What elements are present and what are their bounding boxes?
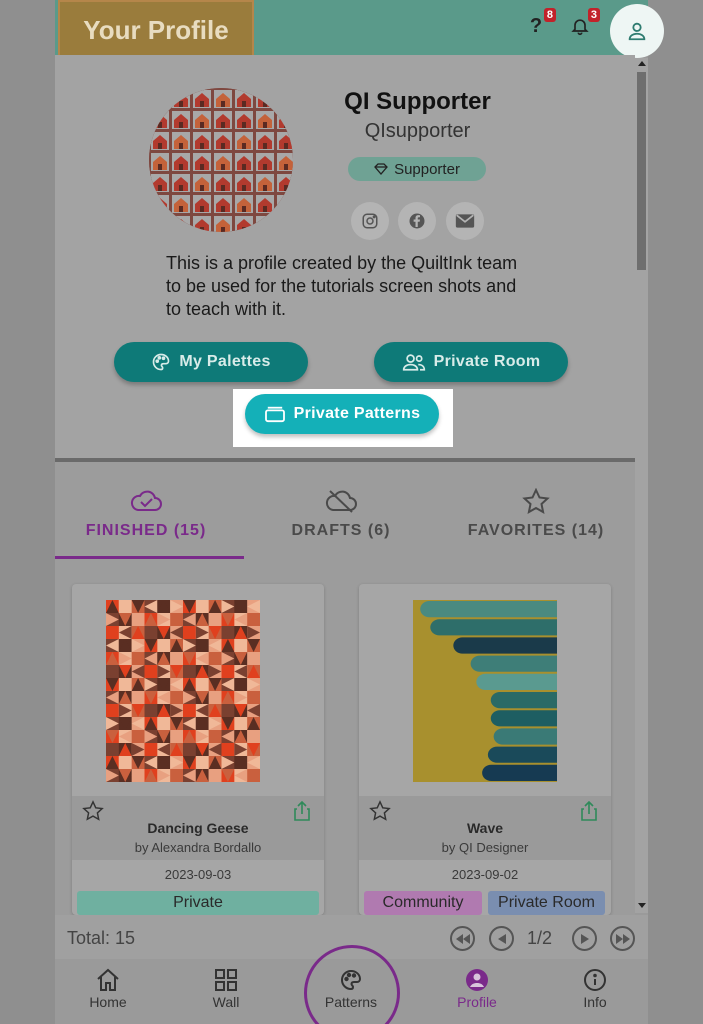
active-tab-indicator bbox=[55, 556, 244, 559]
tag-private: Private bbox=[77, 891, 319, 915]
share-icon[interactable] bbox=[293, 801, 311, 821]
nav-patterns[interactable]: Patterns bbox=[311, 968, 391, 1010]
nav-profile-label: Profile bbox=[457, 994, 497, 1010]
favorite-star-icon[interactable] bbox=[82, 800, 104, 822]
nav-wall-label: Wall bbox=[212, 994, 240, 1010]
pattern-thumbnail-wave[interactable] bbox=[413, 600, 557, 782]
favorite-star-icon[interactable] bbox=[369, 800, 391, 822]
username: QIsupporter bbox=[364, 120, 471, 142]
email-link[interactable] bbox=[446, 202, 484, 240]
previous-page-button[interactable] bbox=[489, 926, 514, 951]
profile-bio: This is a profile created by the QuiltIn… bbox=[166, 253, 518, 319]
star-icon bbox=[522, 488, 550, 514]
rewind-icon bbox=[455, 933, 470, 944]
pattern-card[interactable]: Dancing Geese by Alexandra Bordallo 2023… bbox=[72, 584, 324, 915]
pattern-title: Dancing Geese bbox=[147, 820, 249, 836]
notifications-badge: 3 bbox=[587, 8, 600, 22]
private-patterns-button[interactable]: Private Patterns bbox=[245, 394, 439, 434]
account-button[interactable] bbox=[610, 4, 664, 58]
pattern-date: 2023-09-02 bbox=[451, 867, 519, 882]
help-button[interactable]: ? 8 bbox=[522, 8, 556, 40]
profile-avatar bbox=[149, 88, 293, 232]
help-question-icon: ? bbox=[529, 14, 543, 37]
pattern-thumbnail-dancing-geese[interactable] bbox=[106, 600, 260, 782]
previous-icon bbox=[497, 933, 506, 944]
nav-patterns-label: Patterns bbox=[324, 994, 378, 1010]
cloud-check-icon bbox=[130, 490, 162, 511]
instagram-icon bbox=[362, 213, 378, 229]
pattern-title: Wave bbox=[466, 820, 504, 836]
first-page-button[interactable] bbox=[450, 926, 475, 951]
nav-profile[interactable]: Profile bbox=[437, 968, 517, 1010]
tag-private-room: Private Room bbox=[488, 891, 605, 915]
palette-icon bbox=[341, 969, 362, 991]
help-badge: 8 bbox=[543, 8, 556, 22]
fast-forward-icon bbox=[615, 933, 630, 944]
private-room-label: Private Room bbox=[433, 353, 541, 370]
avatar-quilt-image bbox=[149, 88, 293, 232]
private-patterns-label: Private Patterns bbox=[293, 405, 421, 422]
tab-drafts-label: DRAFTS (6) bbox=[291, 522, 391, 539]
profile-circle-icon bbox=[466, 969, 488, 991]
supporter-badge: Supporter bbox=[348, 157, 486, 181]
display-name: QI Supporter bbox=[344, 88, 491, 115]
private-room-button[interactable]: Private Room bbox=[374, 342, 568, 382]
scroll-up-arrow[interactable] bbox=[638, 61, 646, 66]
tab-favorites-label: FAVORITES (14) bbox=[467, 522, 605, 539]
user-icon bbox=[628, 22, 646, 41]
pattern-card[interactable]: Wave by QI Designer 2023-09-02 Community… bbox=[359, 584, 611, 915]
facebook-link[interactable] bbox=[398, 202, 436, 240]
my-palettes-label: My Palettes bbox=[179, 353, 271, 370]
email-icon bbox=[455, 214, 475, 228]
total-count: Total: 15 bbox=[67, 928, 136, 948]
folder-stack-icon bbox=[264, 406, 285, 423]
nav-home-label: Home bbox=[89, 994, 127, 1010]
grid-icon bbox=[215, 969, 237, 991]
pattern-author: by QI Designer bbox=[441, 840, 529, 855]
page-title: Your Profile bbox=[58, 0, 254, 60]
nav-info-label: Info bbox=[583, 994, 607, 1010]
next-page-button[interactable] bbox=[572, 926, 597, 951]
my-palettes-button[interactable]: My Palettes bbox=[114, 342, 308, 382]
tab-favorites[interactable]: FAVORITES (14) bbox=[441, 488, 631, 540]
info-icon bbox=[584, 969, 606, 991]
nav-info[interactable]: Info bbox=[555, 968, 635, 1010]
pattern-author: by Alexandra Bordallo bbox=[134, 840, 262, 855]
palette-icon bbox=[153, 353, 170, 371]
cloud-off-icon bbox=[325, 490, 357, 513]
next-icon bbox=[580, 933, 589, 944]
diamond-icon bbox=[374, 163, 388, 175]
tab-drafts[interactable]: DRAFTS (6) bbox=[246, 488, 436, 540]
instagram-link[interactable] bbox=[351, 202, 389, 240]
scroll-down-arrow[interactable] bbox=[638, 903, 646, 908]
home-icon bbox=[97, 968, 119, 991]
people-icon bbox=[402, 354, 425, 371]
last-page-button[interactable] bbox=[610, 926, 635, 951]
pattern-date: 2023-09-03 bbox=[164, 867, 232, 882]
share-icon[interactable] bbox=[580, 801, 598, 821]
page-indicator: 1/2 bbox=[527, 928, 553, 948]
tag-community: Community bbox=[364, 891, 482, 915]
facebook-icon bbox=[409, 213, 425, 229]
tab-finished[interactable]: FINISHED (15) bbox=[51, 488, 241, 540]
nav-wall[interactable]: Wall bbox=[186, 968, 266, 1010]
notifications-button[interactable]: 3 bbox=[566, 8, 600, 40]
nav-home[interactable]: Home bbox=[68, 968, 148, 1010]
supporter-badge-label: Supporter bbox=[394, 160, 460, 178]
scrollbar-thumb[interactable] bbox=[637, 72, 646, 270]
tab-finished-label: FINISHED (15) bbox=[85, 522, 207, 539]
